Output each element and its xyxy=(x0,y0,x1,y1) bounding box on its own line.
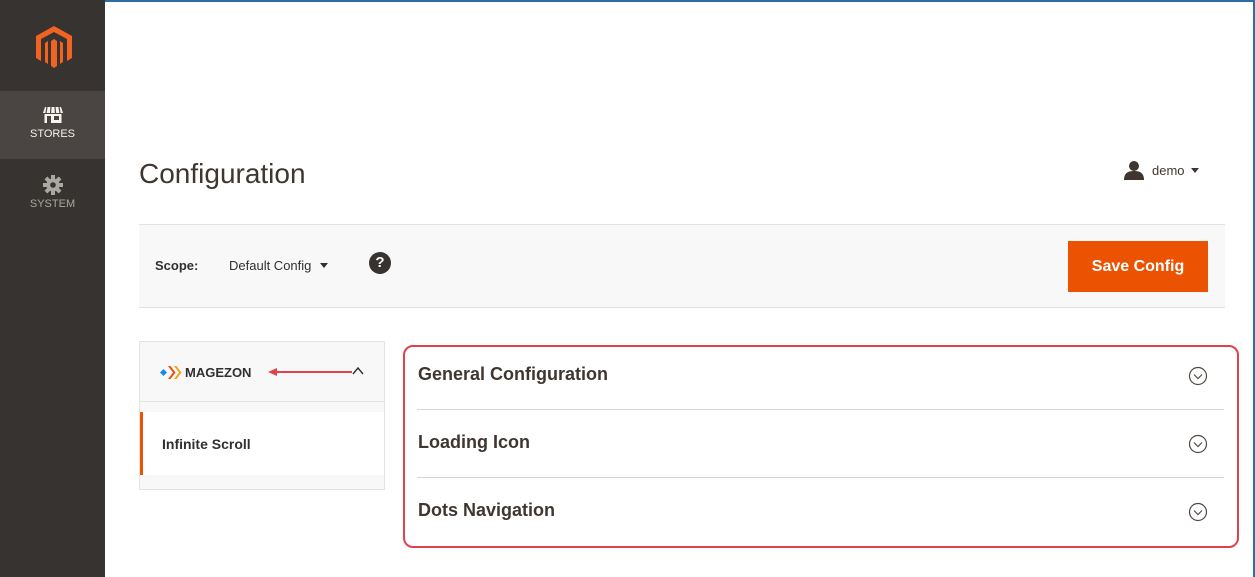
section-loading-icon[interactable]: Loading Icon xyxy=(417,410,1224,478)
scope-value: Default Config xyxy=(229,258,312,273)
sidebar-item-label: SYSTEM xyxy=(29,198,76,210)
magezon-logo-icon xyxy=(160,366,182,379)
tab-group-label: MAGEZON xyxy=(185,365,252,380)
magento-logo-icon[interactable] xyxy=(36,26,72,68)
config-tabs: MAGEZON Infinite Scroll xyxy=(139,341,385,490)
user-icon xyxy=(1124,161,1144,180)
scope-label: Scope: xyxy=(155,258,199,273)
tab-group-magezon[interactable]: MAGEZON xyxy=(140,342,384,402)
section-dots-navigation[interactable]: Dots Navigation xyxy=(417,478,1224,546)
section-general-configuration[interactable]: General Configuration xyxy=(417,342,1224,410)
chevron-down-icon xyxy=(1190,167,1199,173)
user-menu[interactable]: demo xyxy=(1124,158,1199,182)
section-title: Loading Icon xyxy=(418,432,530,452)
save-config-button[interactable]: Save Config xyxy=(1068,241,1208,292)
sidebar-item-system[interactable]: SYSTEM xyxy=(0,162,105,222)
scope-switcher[interactable]: Default Config xyxy=(229,258,329,273)
question-icon[interactable]: ? xyxy=(369,252,391,274)
gear-icon xyxy=(42,175,63,195)
chevron-up-icon xyxy=(352,366,364,375)
page-title: Configuration xyxy=(139,158,306,189)
tab-infinite-scroll[interactable]: Infinite Scroll xyxy=(140,412,384,475)
annotation-arrow-icon xyxy=(268,368,352,376)
section-title: Dots Navigation xyxy=(418,500,556,520)
expand-circle-icon xyxy=(1188,502,1208,522)
section-title: General Configuration xyxy=(418,364,609,384)
scope-bar: Scope: Default Config ? Save Config xyxy=(139,224,1225,308)
expand-circle-icon xyxy=(1188,366,1208,386)
sidebar-item-label: STORES xyxy=(29,128,76,140)
expand-circle-icon xyxy=(1188,434,1208,454)
chevron-down-icon xyxy=(320,263,329,268)
admin-sidebar: STORES SYSTEM xyxy=(0,0,105,577)
tab-item-label: Infinite Scroll xyxy=(162,436,251,452)
user-name: demo xyxy=(1152,162,1185,178)
sidebar-item-stores[interactable]: STORES xyxy=(0,91,105,159)
storefront-icon xyxy=(42,106,63,123)
